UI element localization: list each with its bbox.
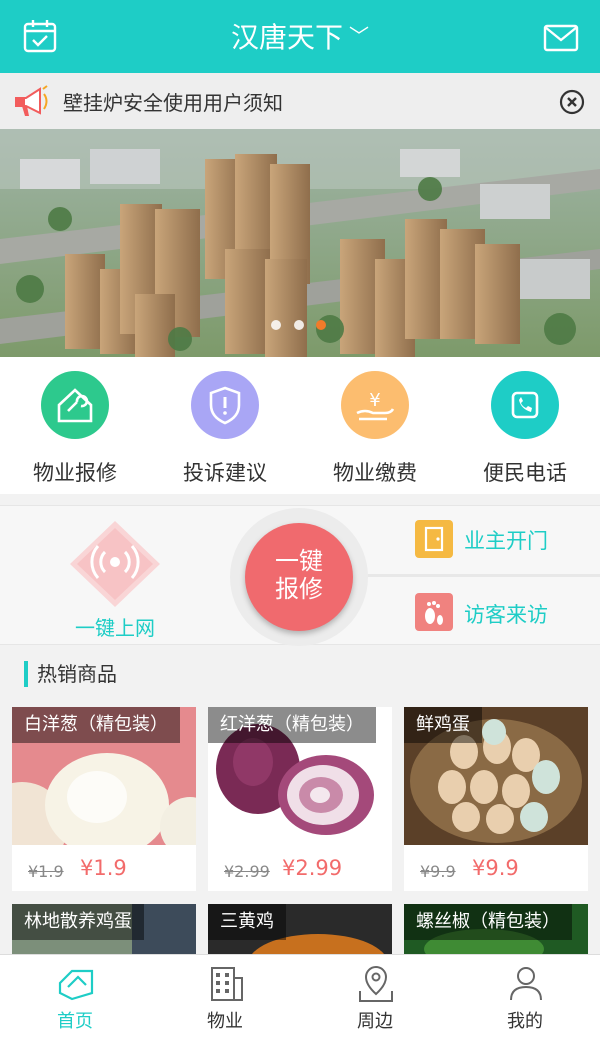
property-fee-button[interactable]: ¥ 物业缴费 xyxy=(300,371,450,487)
door-icon xyxy=(415,520,453,558)
tab-label: 物业 xyxy=(207,1011,243,1032)
bottom-tab-bar: 首页 物业 周边 我的 xyxy=(0,954,600,1037)
product-name: 红洋葱（精包装） xyxy=(208,707,376,743)
visitor-label: 访客来访 xyxy=(464,603,548,627)
banner-carousel[interactable] xyxy=(0,129,600,357)
owner-door-label: 业主开门 xyxy=(464,529,548,553)
carousel-dot[interactable] xyxy=(294,320,304,330)
one-click-internet-button[interactable]: 一键上网 xyxy=(55,516,175,640)
product-name: 鲜鸡蛋 xyxy=(404,707,482,743)
carousel-dot[interactable] xyxy=(271,320,281,330)
one-click-internet-label: 一键上网 xyxy=(75,616,155,640)
product-card[interactable]: 鲜鸡蛋 ¥9.9 ¥9.9 xyxy=(404,707,588,891)
quick-action-label: 便民电话 xyxy=(483,461,567,485)
footprint-icon xyxy=(415,593,453,631)
product-card[interactable]: 三黄鸡 xyxy=(208,904,392,955)
product-original-price: ¥2.99 xyxy=(224,862,270,881)
product-name: 林地散养鸡蛋 xyxy=(12,904,144,940)
tab-label: 首页 xyxy=(57,1011,93,1032)
product-name: 三黄鸡 xyxy=(208,904,286,940)
wifi-signal-icon xyxy=(70,521,160,607)
quick-action-label: 物业缴费 xyxy=(333,461,417,485)
phone-directory-button[interactable]: 便民电话 xyxy=(450,371,600,487)
app-header: 汉唐天下 ﹀ xyxy=(0,0,600,73)
product-original-price: ¥1.9 xyxy=(28,862,64,881)
house-wrench-icon xyxy=(41,371,109,439)
map-pin-icon xyxy=(359,965,393,1002)
repair-label-line1: 一键 xyxy=(275,547,323,575)
community-selector[interactable]: 汉唐天下 ﹀ xyxy=(0,18,600,56)
chevron-down-icon: ﹀ xyxy=(349,24,369,48)
quick-actions: 物业报修 投诉建议 ¥ 物业缴费 便民电话 xyxy=(0,357,600,494)
product-card[interactable]: 红洋葱（精包装） ¥2.99 ¥2.99 xyxy=(208,707,392,891)
one-click-repair-button[interactable]: 一键 报修 xyxy=(245,523,353,631)
product-card[interactable]: 林地散养鸡蛋 xyxy=(12,904,196,955)
product-price: ¥2.99 xyxy=(282,856,343,880)
tab-property[interactable]: 物业 xyxy=(150,955,300,1037)
tab-label: 周边 xyxy=(357,1011,393,1032)
property-repair-button[interactable]: 物业报修 xyxy=(0,371,150,487)
divider xyxy=(360,574,600,577)
close-icon[interactable] xyxy=(559,89,585,115)
megaphone-icon xyxy=(15,85,48,116)
user-icon xyxy=(510,967,542,1001)
hot-products-section: 热销商品 白洋葱（精包装） ¥1.9 ¥1.9 红洋葱（精包装） ¥2.99 ¥… xyxy=(0,650,600,955)
quick-action-label: 投诉建议 xyxy=(183,461,267,485)
quick-action-label: 物业报修 xyxy=(33,461,117,485)
visitor-button[interactable]: 访客来访 xyxy=(412,590,592,636)
complaint-button[interactable]: 投诉建议 xyxy=(150,371,300,487)
owner-door-button[interactable]: 业主开门 xyxy=(412,516,592,562)
tab-nearby[interactable]: 周边 xyxy=(300,955,450,1037)
building-icon xyxy=(211,967,243,1001)
tab-label: 我的 xyxy=(507,1011,543,1032)
section-title: 热销商品 xyxy=(24,661,117,687)
svg-text:¥: ¥ xyxy=(369,390,380,411)
repair-label-line2: 报修 xyxy=(275,575,323,603)
product-name: 白洋葱（精包装） xyxy=(12,707,180,743)
notice-text: 壁挂炉安全使用用户须知 xyxy=(63,91,283,115)
tab-mine[interactable]: 我的 xyxy=(450,955,600,1037)
service-panel: 一键上网 一键 报修 业主开门 访客来访 xyxy=(0,505,600,646)
shield-exclamation-icon xyxy=(191,371,259,439)
carousel-dot-active[interactable] xyxy=(316,320,326,330)
product-card[interactable]: 白洋葱（精包装） ¥1.9 ¥1.9 xyxy=(12,707,196,891)
product-original-price: ¥9.9 xyxy=(420,862,456,881)
mail-icon[interactable] xyxy=(543,20,579,56)
phone-icon xyxy=(491,371,559,439)
community-name: 汉唐天下 xyxy=(230,21,343,54)
product-price: ¥1.9 xyxy=(80,856,127,880)
product-price: ¥9.9 xyxy=(472,856,519,880)
product-card[interactable]: 螺丝椒（精包装） xyxy=(404,904,588,955)
yen-hand-icon: ¥ xyxy=(341,371,409,439)
home-icon xyxy=(58,969,94,1001)
notice-bar[interactable]: 壁挂炉安全使用用户须知 xyxy=(0,73,600,129)
tab-home[interactable]: 首页 xyxy=(0,955,150,1037)
product-name: 螺丝椒（精包装） xyxy=(404,904,572,940)
